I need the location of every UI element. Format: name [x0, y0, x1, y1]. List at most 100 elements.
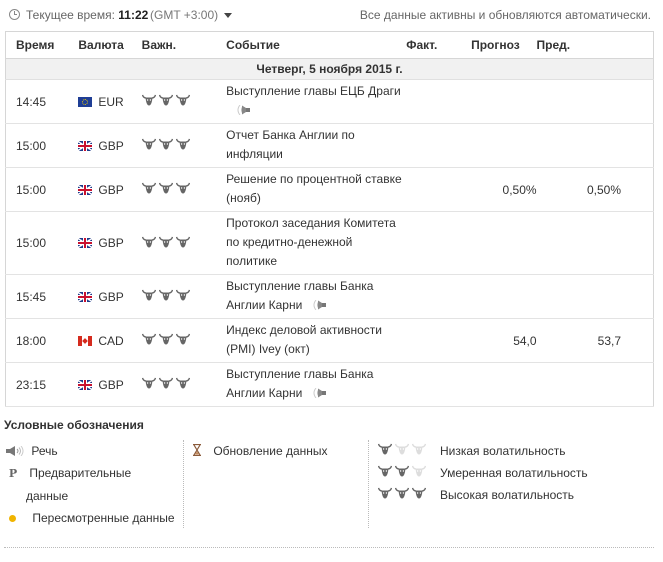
- currency-code: CAD: [98, 333, 124, 348]
- currency-code: GBP: [98, 236, 124, 250]
- event-currency: GBP: [78, 211, 142, 275]
- event-importance: [141, 79, 227, 124]
- bull-icon: [158, 289, 173, 301]
- legend-low-label: Низкая волатильность: [440, 444, 566, 458]
- timezone-label: (GMT +3:00): [150, 8, 219, 22]
- bull-icon: [175, 94, 190, 106]
- preliminary-icon: P: [8, 467, 18, 480]
- column-importance[interactable]: Важн.: [141, 31, 227, 59]
- currency-code: GBP: [98, 377, 124, 392]
- legend-speech-label: Речь: [31, 444, 58, 458]
- column-actual[interactable]: Факт.: [406, 31, 472, 59]
- event-importance: [141, 167, 227, 212]
- event-previous: 0,50%: [536, 167, 654, 212]
- legend-column-3: Низкая волатильность Умеренная волатильн…: [378, 440, 658, 506]
- event-time: 15:00: [5, 123, 79, 168]
- event-line: Выступление главы ЕЦБ Драги: [226, 84, 401, 98]
- legend-high-label: Высокая волатильность: [440, 488, 575, 502]
- legend-medium: Умеренная волатильность: [378, 462, 658, 484]
- column-time[interactable]: Время: [5, 31, 79, 59]
- event-title[interactable]: Решение по процентной ставке (нояб): [226, 167, 407, 212]
- table-row[interactable]: 15:00 GBP Решение по процентной ставке (ноя…: [5, 167, 654, 212]
- event-line: (нояб): [226, 191, 261, 205]
- table-row[interactable]: 14:45 EUR Выступление главы ЕЦБ Драги: [5, 79, 654, 124]
- speaker-icon: [6, 446, 24, 456]
- event-importance: [141, 274, 227, 319]
- currency-code: GBP: [98, 138, 124, 153]
- date-label: Четверг, 5 ноября 2015 г.: [5, 58, 654, 80]
- speaker-icon: [313, 300, 327, 310]
- event-line: по кредитно-денежной: [226, 235, 353, 249]
- bull-icon: [158, 236, 173, 247]
- event-previous: [536, 211, 654, 275]
- event-forecast: 0,50%: [471, 167, 537, 212]
- event-actual: [406, 167, 472, 212]
- event-line: (PMI) Ivey (окт): [226, 342, 310, 356]
- medium-volatility-icon: [378, 465, 426, 477]
- event-title[interactable]: Выступление главы ЕЦБ Драги: [226, 79, 407, 124]
- event-actual: [406, 318, 472, 363]
- column-event[interactable]: Событие: [226, 31, 407, 59]
- bull-icon: [395, 487, 409, 499]
- bull-icon: [175, 236, 190, 247]
- currency-code: GBP: [98, 289, 124, 304]
- table-row[interactable]: 18:00 CAD Индекс деловой активности (PMI) I…: [5, 318, 654, 363]
- timezone-selector[interactable]: (GMT +3:00): [150, 8, 233, 22]
- bull-icon: [412, 487, 426, 499]
- table-row[interactable]: 15:00 GBP Отчет Банка Англии по инфляции: [5, 123, 654, 168]
- date-row: Четверг, 5 ноября 2015 г.: [5, 58, 654, 80]
- cad-flag-icon: [78, 335, 93, 346]
- event-actual: [406, 274, 472, 319]
- event-importance: [141, 362, 227, 407]
- volatility-icons: [141, 289, 190, 301]
- hourglass-icon: [193, 443, 201, 457]
- bull-icon: [158, 94, 173, 106]
- current-time: Текущее время: 11:22: [26, 8, 148, 22]
- currency-code: GBP: [98, 182, 124, 197]
- bull-icon: [175, 333, 190, 345]
- column-currency[interactable]: Валюта: [78, 31, 142, 59]
- volatility-icons: [141, 333, 190, 345]
- legend-speech: Речь: [6, 440, 184, 462]
- legend-divider-2: [368, 440, 369, 528]
- gbp-flag-icon: [78, 291, 93, 302]
- event-time: 14:45: [5, 79, 79, 124]
- event-importance: [141, 123, 227, 168]
- legend-revised-label: Пересмотренные данные: [32, 511, 175, 525]
- event-title[interactable]: Индекс деловой активности (PMI) Ivey (окт…: [226, 318, 407, 363]
- event-line: Англии Карни: [226, 386, 303, 400]
- event-line: политике: [226, 254, 278, 268]
- bull-icon: [378, 487, 392, 499]
- event-title[interactable]: Выступление главы Банка Англии Карни: [226, 362, 407, 407]
- event-time: 15:00: [5, 167, 79, 212]
- event-previous: [536, 79, 654, 124]
- bull-icon: [141, 236, 156, 247]
- event-importance: [141, 211, 227, 275]
- revised-dot-icon: [9, 515, 16, 522]
- column-previous[interactable]: Пред.: [536, 31, 654, 59]
- event-currency: GBP: [78, 123, 142, 168]
- event-actual: [406, 211, 472, 275]
- event-forecast: [471, 79, 537, 124]
- event-title[interactable]: Отчет Банка Англии по инфляции: [226, 123, 407, 168]
- event-currency: GBP: [78, 167, 142, 212]
- volatility-icons: [141, 94, 190, 106]
- current-time-label: Текущее время:: [26, 8, 115, 22]
- table-row[interactable]: 15:00 GBP Протокол заседания Комитета по кр…: [5, 211, 654, 275]
- event-previous: [536, 123, 654, 168]
- event-forecast: [471, 362, 537, 407]
- event-importance: [141, 318, 227, 363]
- table-row[interactable]: 15:45 GBP Выступление главы Банка Англии Ка…: [5, 274, 654, 319]
- event-forecast: 54,0: [471, 318, 537, 363]
- table-row[interactable]: 23:15 GBP Выступление главы Банка Англии Ка…: [5, 362, 654, 407]
- column-forecast[interactable]: Прогноз: [471, 31, 537, 59]
- event-title[interactable]: Выступление главы Банка Англии Карни: [226, 274, 407, 319]
- event-title[interactable]: Протокол заседания Комитета по кредитно-д…: [226, 211, 407, 275]
- event-previous: [536, 274, 654, 319]
- chevron-down-icon: [224, 13, 233, 19]
- bull-icon: [158, 333, 173, 345]
- event-line: Англии Карни: [226, 298, 303, 312]
- gbp-flag-icon: [78, 238, 93, 248]
- event-line: Выступление главы Банка: [226, 279, 374, 293]
- legend-title: Условные обозначения: [4, 418, 144, 432]
